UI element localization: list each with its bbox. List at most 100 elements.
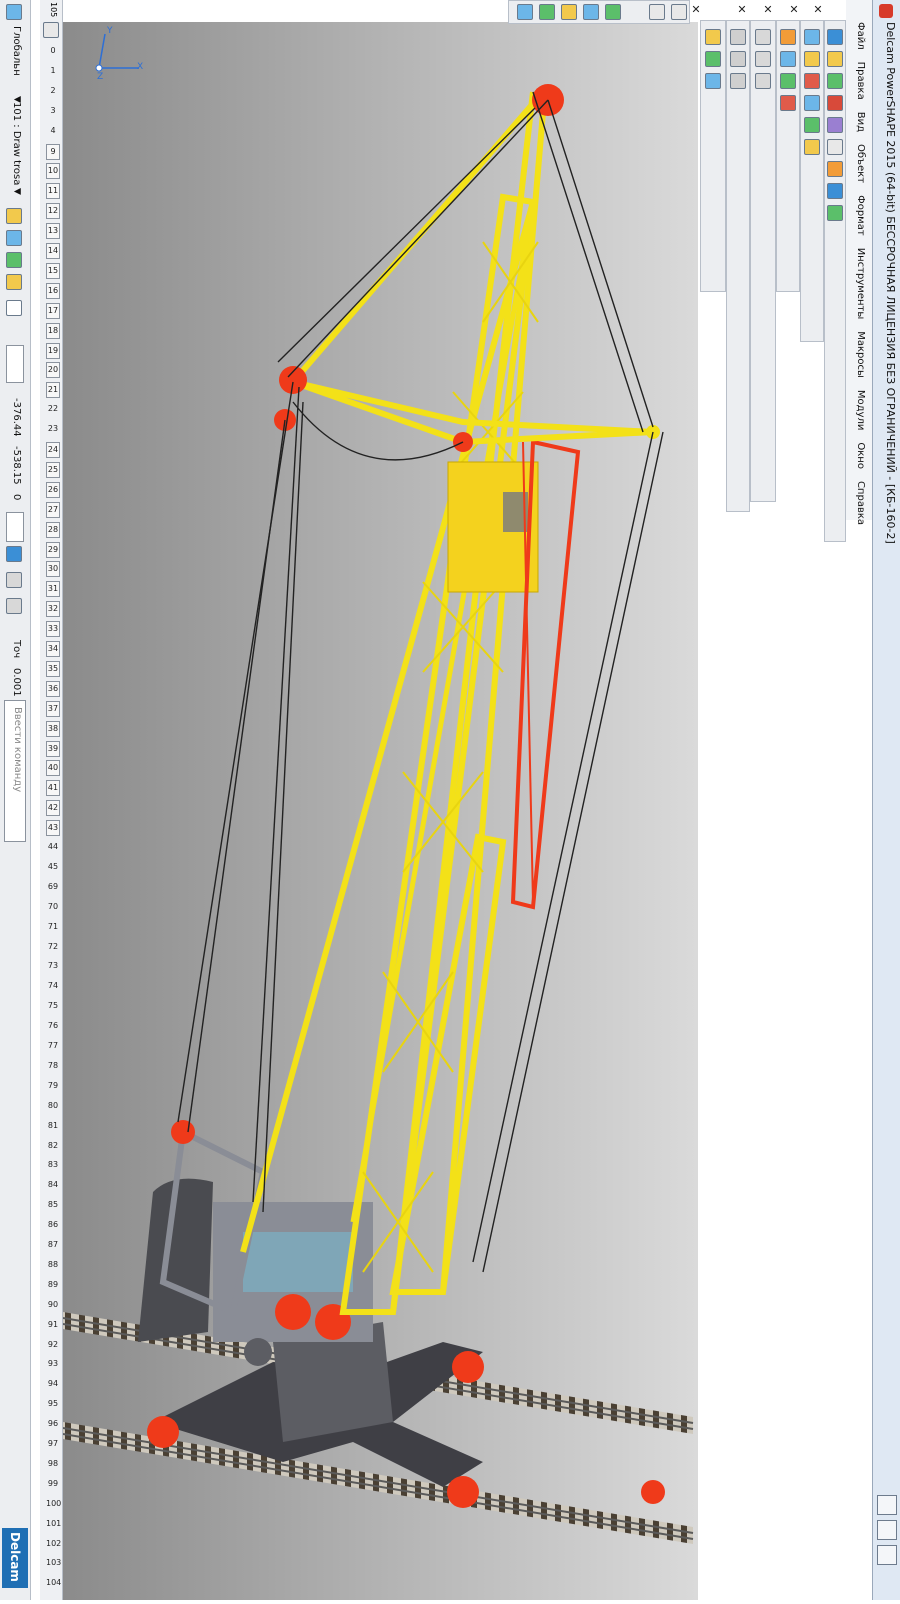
menu-file[interactable]: Файл xyxy=(855,22,866,50)
level-42[interactable]: 42 xyxy=(46,800,60,817)
level-85[interactable]: 85 xyxy=(46,1198,60,1212)
level-17[interactable]: 17 xyxy=(46,302,60,319)
move-icon[interactable] xyxy=(730,29,746,45)
extrude-icon[interactable] xyxy=(804,51,820,67)
level-95[interactable]: 95 xyxy=(46,1397,60,1411)
level-33[interactable]: 33 xyxy=(46,621,60,638)
workplane-icon[interactable] xyxy=(827,117,843,133)
sphere-icon[interactable] xyxy=(780,73,796,89)
workplane-icon[interactable] xyxy=(6,4,22,20)
level-74[interactable]: 74 xyxy=(46,979,60,993)
menu-macros[interactable]: Макросы xyxy=(855,331,866,378)
level-40[interactable]: 40 xyxy=(46,760,60,777)
level-45[interactable]: 45 xyxy=(46,860,60,874)
level-14[interactable]: 14 xyxy=(46,243,60,259)
arc-icon[interactable] xyxy=(827,161,843,177)
level-94[interactable]: 94 xyxy=(46,1377,60,1391)
close-icon[interactable]: ✕ xyxy=(762,4,774,16)
copy-icon[interactable] xyxy=(755,51,771,67)
menu-help[interactable]: Справка xyxy=(855,481,866,525)
level-89[interactable]: 89 xyxy=(46,1278,60,1292)
close-window-button[interactable] xyxy=(877,1545,897,1565)
level-44[interactable]: 44 xyxy=(46,840,60,854)
level-20[interactable]: 20 xyxy=(46,362,60,379)
level-77[interactable]: 77 xyxy=(46,1039,60,1053)
close-icon[interactable]: ✕ xyxy=(812,4,824,16)
coordinate-mode-field[interactable] xyxy=(6,345,24,383)
level-28[interactable]: 28 xyxy=(46,521,60,538)
level-31[interactable]: 31 xyxy=(46,581,60,598)
level-99[interactable]: 99 xyxy=(46,1477,60,1491)
zoom-icon[interactable] xyxy=(705,29,721,45)
level-71[interactable]: 71 xyxy=(46,920,60,934)
level-27[interactable]: 27 xyxy=(46,501,60,518)
level-dropdown[interactable]: ▼ xyxy=(12,188,22,195)
view-top-icon[interactable] xyxy=(583,4,599,20)
level-15[interactable]: 15 xyxy=(46,262,60,279)
level-2[interactable]: 2 xyxy=(46,84,60,98)
level-92[interactable]: 92 xyxy=(46,1338,60,1352)
level-37[interactable]: 37 xyxy=(46,700,60,717)
cone-icon[interactable] xyxy=(780,95,796,111)
menu-tools[interactable]: Инструменты xyxy=(855,248,866,320)
close-icon[interactable]: ✕ xyxy=(788,4,800,16)
level-100[interactable]: 100 xyxy=(46,1497,61,1511)
level-11[interactable]: 11 xyxy=(46,183,60,200)
level-icon[interactable] xyxy=(6,208,22,224)
primitive-icon[interactable] xyxy=(804,29,820,45)
close-icon[interactable]: ✕ xyxy=(690,4,702,16)
level-41[interactable]: 41 xyxy=(46,780,60,797)
box-icon[interactable] xyxy=(780,29,796,45)
level-83[interactable]: 83 xyxy=(46,1158,60,1172)
shaded-icon[interactable] xyxy=(517,4,533,20)
level-manager-icon[interactable] xyxy=(43,22,59,38)
level-72[interactable]: 72 xyxy=(46,940,60,954)
select-icon[interactable] xyxy=(827,29,843,45)
menu-view[interactable]: Вид xyxy=(855,112,866,132)
level-104[interactable]: 104 xyxy=(46,1576,61,1590)
close-icon[interactable]: ✕ xyxy=(736,4,748,16)
level-78[interactable]: 78 xyxy=(46,1059,60,1073)
surface-icon[interactable] xyxy=(827,51,843,67)
fillet-icon[interactable] xyxy=(804,139,820,155)
level-101[interactable]: 101 xyxy=(46,1517,61,1531)
cut-icon[interactable] xyxy=(755,29,771,45)
cursor-icon[interactable] xyxy=(671,4,687,20)
level-select[interactable]: 101 : Draw trosa xyxy=(11,102,22,185)
pan-icon[interactable] xyxy=(705,51,721,67)
level-30[interactable]: 30 xyxy=(46,561,60,578)
text-icon[interactable] xyxy=(827,183,843,199)
menu-format[interactable]: Формат xyxy=(855,195,866,236)
command-input[interactable]: Ввести команду xyxy=(4,700,26,842)
wireframe-icon[interactable] xyxy=(539,4,555,20)
level-4[interactable]: 4 xyxy=(46,124,60,138)
level-87[interactable]: 87 xyxy=(46,1238,60,1252)
rotate-view-icon[interactable] xyxy=(705,73,721,89)
level-36[interactable]: 36 xyxy=(46,680,60,697)
level-102[interactable]: 102 xyxy=(46,1537,61,1551)
level-1[interactable]: 1 xyxy=(46,64,60,78)
menu-edit[interactable]: Правка xyxy=(855,62,866,100)
solid-icon[interactable] xyxy=(827,73,843,89)
level-81[interactable]: 81 xyxy=(46,1119,60,1133)
level-12[interactable]: 12 xyxy=(46,203,60,220)
level-88[interactable]: 88 xyxy=(46,1258,60,1272)
minimize-button[interactable] xyxy=(877,1495,897,1515)
view-iso-icon[interactable] xyxy=(605,4,621,20)
level-91[interactable]: 91 xyxy=(46,1318,60,1332)
level-97[interactable]: 97 xyxy=(46,1437,60,1451)
level-90[interactable]: 90 xyxy=(46,1298,60,1312)
level-98[interactable]: 98 xyxy=(46,1457,60,1471)
level-0[interactable]: 0 xyxy=(46,44,60,58)
level-29[interactable]: 29 xyxy=(46,541,60,558)
grid-icon[interactable] xyxy=(6,300,22,316)
level-35[interactable]: 35 xyxy=(46,660,60,677)
level-18[interactable]: 18 xyxy=(46,322,60,339)
units-icon[interactable] xyxy=(6,572,22,588)
restore-button[interactable] xyxy=(877,1520,897,1540)
hidden-line-icon[interactable] xyxy=(561,4,577,20)
level-32[interactable]: 32 xyxy=(46,601,60,618)
measure-icon[interactable] xyxy=(649,4,665,20)
curve-icon[interactable] xyxy=(827,95,843,111)
snap-icon[interactable] xyxy=(6,274,22,290)
